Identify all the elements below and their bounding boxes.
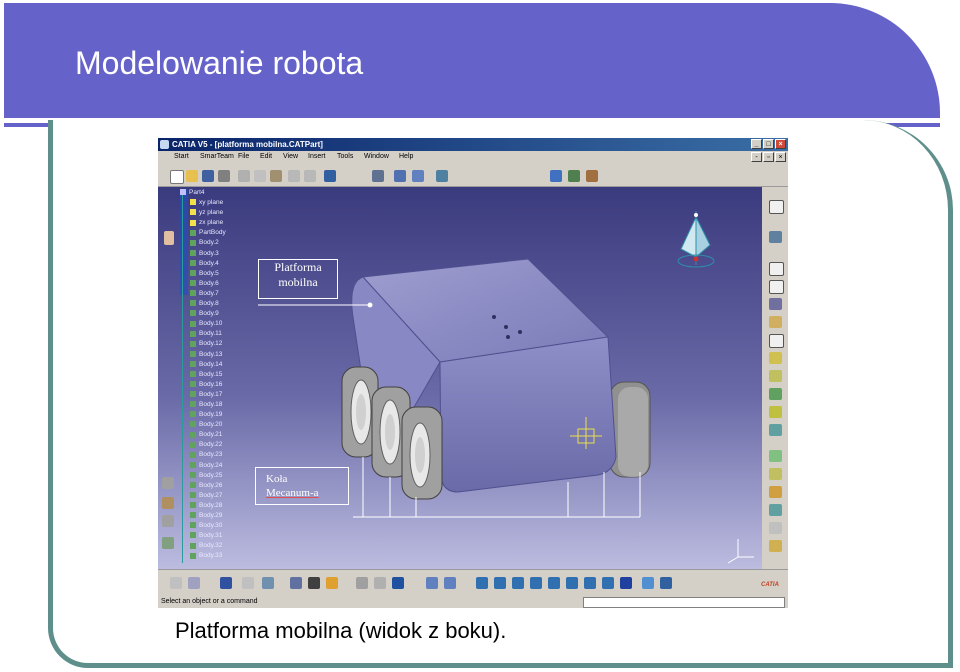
- status-message: Select an object or a command: [161, 598, 258, 605]
- print-icon[interactable]: [218, 170, 230, 182]
- translate-icon[interactable]: [769, 450, 782, 462]
- fillet-icon[interactable]: [769, 352, 782, 364]
- pocket-icon[interactable]: [769, 280, 784, 294]
- snap-icon[interactable]: [394, 170, 406, 182]
- mecanum-wheels: [341, 366, 443, 500]
- constraint-icon[interactable]: [290, 577, 302, 589]
- slide-title: Modelowanie robota: [75, 45, 364, 81]
- draft-icon[interactable]: [769, 388, 782, 400]
- sketch-tools-icon[interactable]: [372, 170, 384, 182]
- thickness-icon[interactable]: [769, 424, 782, 436]
- save-icon[interactable]: [202, 170, 214, 182]
- menu-insert[interactable]: Insert: [308, 153, 326, 160]
- paste-icon[interactable]: [270, 170, 282, 182]
- catia-logo: CATIA: [761, 582, 779, 588]
- right-toolbar: [762, 187, 788, 569]
- hide-show-icon[interactable]: [642, 577, 654, 589]
- knowledge-icon[interactable]: [568, 170, 580, 182]
- sketch-icon[interactable]: [769, 200, 784, 214]
- redo-icon[interactable]: [304, 170, 316, 182]
- cut-icon[interactable]: [238, 170, 250, 182]
- catia-app-icon: [160, 140, 169, 149]
- pattern-icon[interactable]: [769, 522, 782, 534]
- command-input[interactable]: [583, 597, 785, 608]
- copy-icon[interactable]: [254, 170, 266, 182]
- analysis-icon[interactable]: [356, 577, 368, 589]
- stats-icon[interactable]: [426, 577, 438, 589]
- undo-icon[interactable]: [288, 170, 300, 182]
- open-folder-icon[interactable]: [186, 170, 198, 182]
- menu-start[interactable]: Start: [174, 153, 189, 160]
- new-file-icon[interactable]: [170, 170, 184, 184]
- formula-fx-icon[interactable]: [170, 577, 182, 589]
- rotate-view-icon[interactable]: [530, 577, 542, 589]
- zoom-in-icon[interactable]: [548, 577, 560, 589]
- platform-front: [439, 336, 617, 493]
- measure-icon[interactable]: [242, 577, 254, 589]
- doc-restore-button[interactable]: ▫: [763, 152, 774, 162]
- catalog-icon[interactable]: [550, 170, 562, 182]
- wheels-callout: Koła Mecanum-a: [255, 467, 349, 505]
- menu-view[interactable]: View: [283, 153, 298, 160]
- maximize-button[interactable]: □: [763, 139, 774, 149]
- fly-mode-icon[interactable]: [476, 577, 488, 589]
- model-drawing: [258, 211, 754, 564]
- minimize-button[interactable]: _: [751, 139, 762, 149]
- menu-window[interactable]: Window: [364, 153, 389, 160]
- pan-icon[interactable]: [444, 577, 456, 589]
- shell-icon[interactable]: [769, 406, 782, 418]
- material-icon[interactable]: [220, 577, 232, 589]
- move-icon[interactable]: [512, 577, 524, 589]
- menu-smarteam[interactable]: SmarTeam: [200, 153, 234, 160]
- menubar: Start SmarTeam File Edit View Insert Too…: [158, 152, 788, 164]
- chamfer-icon[interactable]: [769, 370, 782, 382]
- shading-icon[interactable]: [620, 577, 632, 589]
- fit-all-icon[interactable]: [494, 577, 506, 589]
- symmetry-icon[interactable]: [769, 486, 782, 498]
- close-button[interactable]: ×: [775, 139, 786, 149]
- normal-view-icon[interactable]: [584, 577, 596, 589]
- platform-callout: Platforma mobilna: [258, 259, 338, 299]
- zoom-out-icon[interactable]: [566, 577, 578, 589]
- far-wheels: [609, 381, 651, 478]
- slide-caption: Platforma mobilna (widok z boku).: [175, 618, 507, 643]
- grid-icon[interactable]: [412, 170, 424, 182]
- menu-file[interactable]: File: [238, 153, 249, 160]
- standard-toolbar: [158, 166, 788, 187]
- compass-icon[interactable]: [436, 170, 448, 182]
- window-title: CATIA V5 - [platforma mobilna.CATPart]: [172, 140, 323, 149]
- menu-edit[interactable]: Edit: [260, 153, 272, 160]
- swap-space-icon[interactable]: [660, 577, 672, 589]
- reference-icon[interactable]: [769, 231, 782, 243]
- compass-icon[interactable]: [677, 211, 715, 268]
- groove-icon[interactable]: [769, 316, 782, 328]
- ratio-icon[interactable]: [392, 577, 404, 589]
- catia-window: CATIA V5 - [platforma mobilna.CATPart] _…: [158, 138, 788, 608]
- quick-view-icon[interactable]: [602, 577, 614, 589]
- light-icon[interactable]: [326, 577, 338, 589]
- formula-icon[interactable]: [586, 170, 598, 182]
- axis-triad: [727, 539, 754, 564]
- apply-material-icon[interactable]: [262, 577, 274, 589]
- bodies-icon[interactable]: [308, 577, 320, 589]
- rotate-icon[interactable]: [769, 468, 782, 480]
- whats-this-icon[interactable]: [324, 170, 336, 182]
- doc-close-button[interactable]: ×: [775, 152, 786, 162]
- 3d-viewport[interactable]: Part4 xy plane yz plane zx plane PartBod…: [158, 187, 762, 569]
- scale-icon[interactable]: [769, 540, 782, 552]
- shaft-icon[interactable]: [769, 298, 782, 310]
- pad-icon[interactable]: [769, 262, 784, 276]
- design-table-icon[interactable]: [188, 577, 200, 589]
- mirror-icon[interactable]: [769, 504, 782, 516]
- doc-minimize-button[interactable]: -: [751, 152, 762, 162]
- menu-help[interactable]: Help: [399, 153, 413, 160]
- view-toolbar: CATIA: [158, 569, 788, 596]
- sketch-analysis-icon[interactable]: [374, 577, 386, 589]
- menu-tools[interactable]: Tools: [337, 153, 353, 160]
- status-bar: Select an object or a command: [158, 596, 788, 608]
- window-titlebar: CATIA V5 - [platforma mobilna.CATPart] _…: [158, 138, 788, 151]
- hole-icon[interactable]: [769, 334, 784, 348]
